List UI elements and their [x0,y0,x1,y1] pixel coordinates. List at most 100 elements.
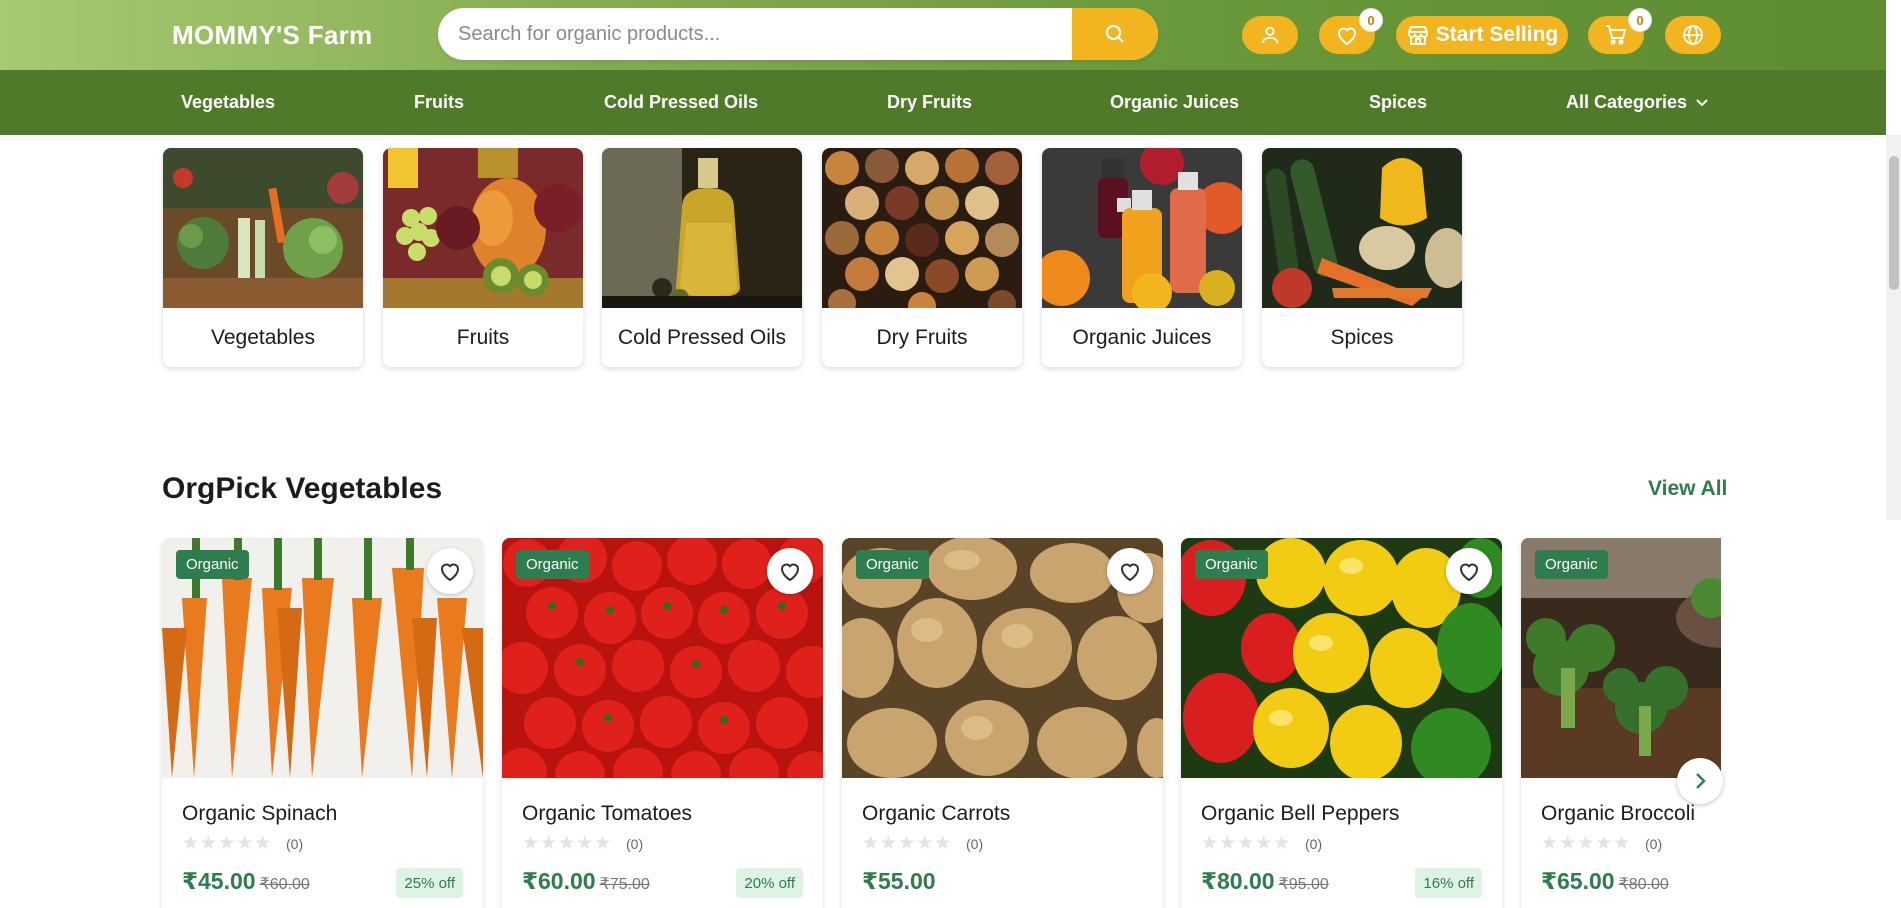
cart-count-badge: 0 [1628,8,1652,32]
heart-icon [440,563,460,582]
category-label: Vegetables [211,325,315,349]
nav-item-all-categories[interactable]: All Categories [1566,92,1709,113]
cart-icon [1606,25,1627,45]
product-name[interactable]: Organic Spinach [182,802,337,826]
chevron-down-icon [1696,98,1708,106]
product-card[interactable]: Organic Organic Carrots ★★★★★ (0) ₹55.00 [842,538,1163,908]
category-card-cold-pressed-oils[interactable]: Cold Pressed Oils [602,148,802,367]
nav-item-dry-fruits[interactable]: Dry Fruits [887,92,972,113]
category-card-dry-fruits[interactable]: Dry Fruits [822,148,1022,367]
product-card[interactable]: Organic Organic Spinach ★★★★★ (0) ₹45.00… [162,538,483,908]
price-block: ₹45.00 ₹60.00 [182,868,310,895]
globe-icon [1683,25,1703,45]
product-card[interactable]: Organic Organic Bell Peppers ★★★★★ (0) ₹… [1181,538,1502,908]
nav-item-fruits[interactable]: Fruits [414,92,464,113]
nav-item-cold-pressed-oils[interactable]: Cold Pressed Oils [604,92,758,113]
wishlist-button[interactable]: 0 [1319,8,1383,54]
organic-tag: Organic [856,550,929,579]
carousel-next-button[interactable] [1677,758,1723,804]
category-nav: Vegetables Fruits Cold Pressed Oils Dry … [0,70,1886,135]
sale-price: ₹60.00 [522,868,596,894]
user-icon [1261,26,1279,44]
carousel-clip [1721,520,1901,908]
category-label: Fruits [456,325,510,349]
sale-price: ₹55.00 [862,868,936,894]
search-input[interactable] [438,8,1072,60]
review-count: (0) [626,836,644,852]
product-name[interactable]: Organic Carrots [862,802,1010,826]
review-count: (0) [1645,836,1663,852]
category-label: Cold Pressed Oils [617,325,787,349]
original-price: ₹95.00 [1278,876,1329,893]
add-to-wishlist-button[interactable] [427,548,473,594]
category-card-fruits[interactable]: Fruits [383,148,583,367]
discount-badge: 20% off [736,868,803,898]
price-block: ₹65.00 ₹80.00 [1541,868,1669,895]
price-block: ₹55.00 [862,868,936,895]
rating-stars: ★★★★★ [1201,833,1292,854]
organic-tag: Organic [1195,550,1268,579]
view-all-link[interactable]: View All [1648,477,1727,501]
category-label: Dry Fruits [876,325,968,349]
section-title: OrgPick Vegetables [162,472,443,505]
heart-icon [1337,27,1357,46]
original-price: ₹80.00 [1618,876,1669,893]
vegetables-image [163,148,363,308]
product-name[interactable]: Organic Broccoli [1541,802,1695,826]
account-button[interactable] [1242,16,1298,54]
product-name[interactable]: Organic Bell Peppers [1201,802,1399,826]
page-scrollbar-thumb[interactable] [1889,156,1899,290]
organic-tag: Organic [1535,550,1608,579]
search-icon [1105,24,1124,43]
rating-stars: ★★★★★ [182,833,273,854]
start-selling-label: Start Selling [1435,23,1559,46]
heart-icon [1120,563,1140,582]
category-card-organic-juices[interactable]: Organic Juices [1042,148,1242,367]
original-price: ₹75.00 [599,876,650,893]
cart-button[interactable]: 0 [1588,8,1652,54]
nav-item-organic-juices[interactable]: Organic Juices [1110,92,1239,113]
rating-stars: ★★★★★ [522,833,613,854]
review-count: (0) [1305,836,1323,852]
nav-item-spices[interactable]: Spices [1369,92,1427,113]
add-to-wishlist-button[interactable] [767,548,813,594]
category-card-spices[interactable]: Spices [1262,148,1462,367]
spices-image [1262,148,1462,308]
juices-image [1042,148,1242,313]
search-bar [438,8,1158,60]
store-icon [1407,26,1428,45]
sale-price: ₹45.00 [182,868,256,894]
fruits-image [383,148,583,308]
add-to-wishlist-button[interactable] [1446,548,1492,594]
sale-price: ₹65.00 [1541,868,1615,894]
start-selling-button[interactable]: Start Selling [1396,16,1568,54]
review-count: (0) [966,836,984,852]
discount-badge: 16% off [1415,868,1482,898]
price-block: ₹80.00 ₹95.00 [1201,868,1329,895]
product-name[interactable]: Organic Tomatoes [522,802,692,826]
language-button[interactable] [1665,16,1721,54]
category-card-vegetables[interactable]: Vegetables [163,148,363,367]
wishlist-count-badge: 0 [1359,8,1383,32]
organic-tag: Organic [176,550,249,579]
nav-item-vegetables[interactable]: Vegetables [181,92,275,113]
rating-stars: ★★★★★ [862,833,953,854]
heart-icon [1459,563,1479,582]
all-categories-label: All Categories [1566,92,1688,112]
search-button[interactable] [1072,8,1158,60]
original-price: ₹60.00 [259,876,310,893]
heart-icon [780,563,800,582]
organic-tag: Organic [516,550,589,579]
add-to-wishlist-button[interactable] [1107,548,1153,594]
review-count: (0) [286,836,304,852]
category-label: Spices [1330,325,1394,349]
dry-fruits-image [822,148,1022,320]
discount-badge: 25% off [396,868,463,898]
sale-price: ₹80.00 [1201,868,1275,894]
rating-stars: ★★★★★ [1541,833,1632,854]
brand-logo[interactable]: MOMMY'S Farm [172,20,372,51]
chevron-right-icon [1696,773,1706,789]
oil-bottle-image [602,148,802,308]
product-card[interactable]: Organic Organic Tomatoes ★★★★★ (0) ₹60.0… [502,538,823,908]
category-label: Organic Juices [1072,325,1212,349]
